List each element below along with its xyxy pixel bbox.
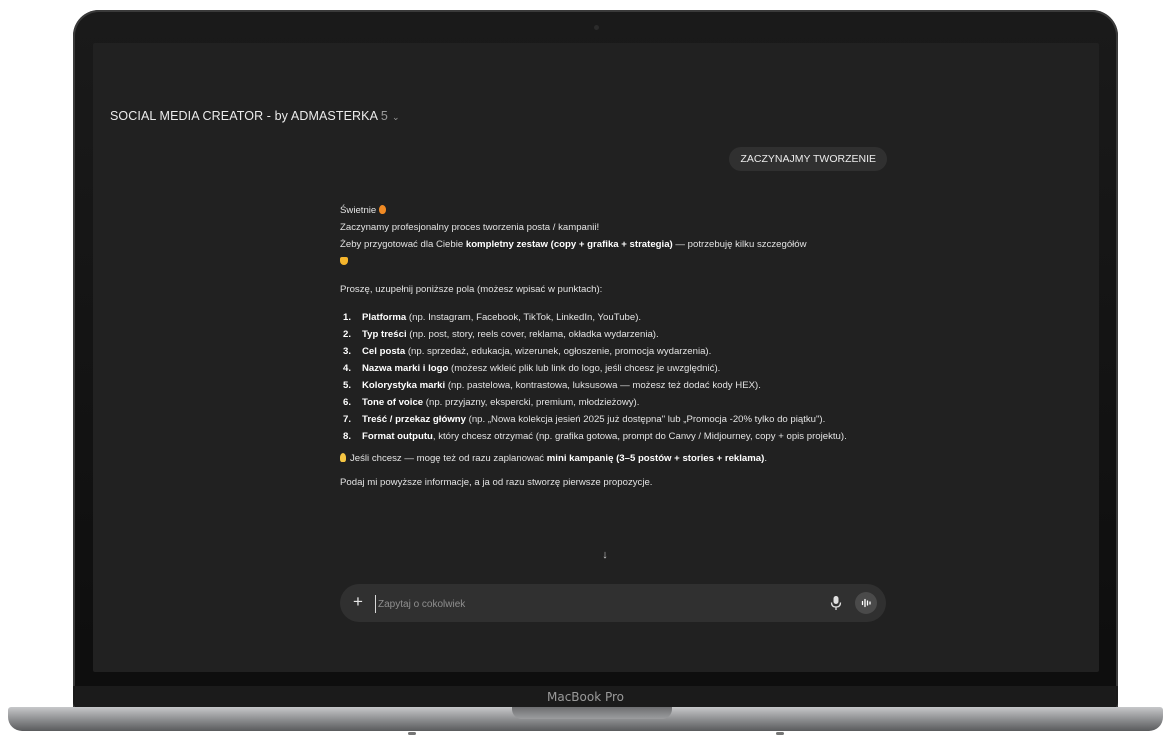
chevron-down-icon: ⌄	[391, 112, 400, 122]
laptop-foot	[408, 732, 416, 735]
device-brand: MacBook Pro	[546, 690, 625, 704]
message-tip: Jeśli chcesz — mogę też od razu zaplanow…	[340, 450, 900, 467]
user-message: ZACZYNAJMY TWORZENIE	[729, 147, 887, 171]
laptop-notch	[512, 707, 672, 719]
list-item: 2. Typ treści (np. post, story, reels cov…	[343, 329, 659, 340]
pointing-down-icon	[340, 257, 348, 265]
list-item: 6. Tone of voice (np. przyjazny, eksperck…	[343, 397, 640, 408]
list-item: 1. Platforma (np. Instagram, Facebook, Ti…	[343, 312, 642, 323]
list-item: 4. Nazwa marki i logo (możesz wkleić plik…	[343, 363, 721, 374]
arrow-down-icon[interactable]: ↓	[598, 548, 612, 562]
list-item: 7. Treść / przekaz główny (np. „Nowa kole…	[343, 414, 826, 425]
laptop-foot	[776, 732, 784, 735]
message-intro: Proszę, uzupełnij poniższe pola (możesz …	[340, 284, 603, 295]
voice-mode-icon	[861, 598, 871, 608]
microphone-icon[interactable]	[829, 595, 843, 611]
app-title: SOCIAL MEDIA CREATOR - by ADMASTERKA	[110, 109, 378, 123]
app-title-menu[interactable]: SOCIAL MEDIA CREATOR - by ADMASTERKA 5 ⌄	[110, 109, 400, 123]
message-line: Żeby przygotować dla Ciebie kompletny ze…	[340, 239, 807, 250]
list-item: 3. Cel posta (np. sprzedaż, edukacja, wiz…	[343, 346, 712, 357]
voice-mode-button[interactable]	[855, 592, 877, 614]
fire-icon	[379, 205, 387, 214]
message-closing: Podaj mi powyższe informacje, a ja od ra…	[340, 477, 653, 488]
requirements-list: 1. Platforma (np. Instagram, Facebook, Ti…	[340, 309, 900, 445]
chat-input[interactable]	[375, 595, 780, 613]
camera-icon	[594, 25, 599, 30]
chat-screen: SOCIAL MEDIA CREATOR - by ADMASTERKA 5 ⌄ …	[93, 43, 1099, 672]
message-line: Zaczynamy profesjonalny proces tworzenia…	[340, 222, 600, 233]
plus-icon[interactable]: +	[353, 592, 363, 612]
list-item: 5. Kolorystyka marki (np. pastelowa, kont…	[343, 380, 761, 391]
app-version: 5	[380, 109, 388, 123]
lightbulb-icon	[340, 453, 346, 462]
composer: +	[340, 584, 886, 622]
list-item: 8. Format outputu, który chcesz otrzymać …	[343, 431, 847, 442]
message-greeting: Świetnie	[340, 202, 900, 219]
assistant-message: Świetnie Zaczynamy profesjonalny proces …	[340, 202, 900, 491]
